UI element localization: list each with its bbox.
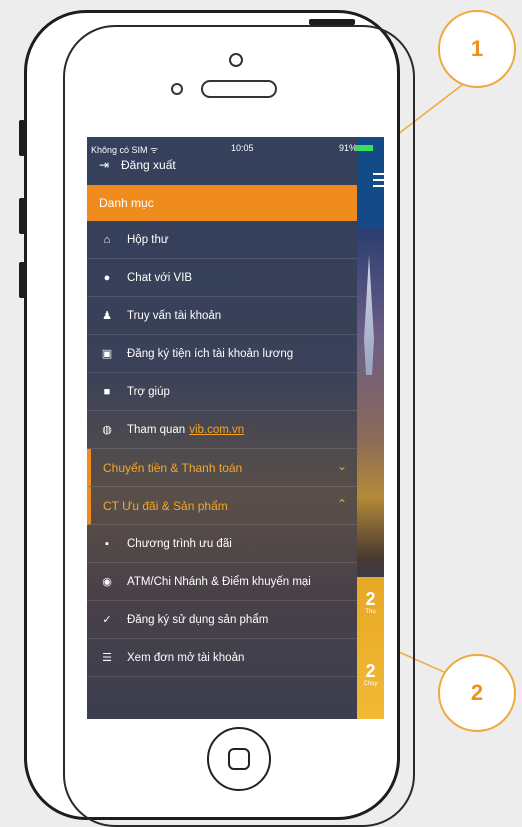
menu-item-chat[interactable]: ● Chat với VIB	[87, 259, 357, 297]
volume-up-button	[19, 198, 25, 234]
chevron-down-icon: ⌄	[336, 459, 347, 473]
menu-item-label: Đăng ký tiện ích tài khoản lương	[127, 347, 294, 360]
section-promotions-products[interactable]: CT Ưu đãi & Sản phẩm ⌃	[87, 487, 357, 525]
logout-label: Đăng xuất	[121, 158, 176, 172]
menu-item-promotions[interactable]: ▪ Chương trình ưu đãi	[87, 525, 357, 563]
logout-icon: ⇥	[98, 158, 110, 172]
section-transfer-label: Chuyển tiền & Thanh toán	[103, 460, 243, 475]
mute-switch	[19, 120, 25, 156]
side-menu: ⇥ Đăng xuất Danh mục ⌂ Hộp thư ● Chat vớ…	[87, 137, 357, 719]
phone-screen: 2 Thu 2 Chuy ⇥ Đăng xuất Danh mục ⌂ Hộp …	[87, 137, 384, 719]
menu-item-label: Đăng ký sử dụng sản phẩm	[127, 613, 269, 626]
side-tile-2-label: Chuy	[363, 681, 378, 687]
chevron-up-icon: ⌃	[336, 497, 347, 511]
front-camera	[229, 53, 243, 67]
location-icon: ◉	[102, 576, 112, 588]
section-danh-muc[interactable]: Danh mục	[87, 185, 357, 221]
menu-item-register-product[interactable]: ✓ Đăng ký sử dụng sản phẩm	[87, 601, 357, 639]
home-button[interactable]	[207, 727, 271, 791]
callout-2: 2	[438, 654, 516, 732]
vib-website-link[interactable]: vib.com.vn	[189, 424, 244, 436]
menu-item-label: Xem đơn mở tài khoản	[127, 651, 245, 664]
side-tile-2[interactable]: 2 Chuy	[357, 661, 384, 719]
menu-item-label: Hộp thư	[127, 233, 169, 246]
menu-item-label: Chat với VIB	[127, 271, 193, 284]
menu-item-atm-branch[interactable]: ◉ ATM/Chi Nhánh & Điểm khuyến mại	[87, 563, 357, 601]
home-square-icon	[228, 748, 250, 770]
menu-item-mailbox[interactable]: ⌂ Hộp thư	[87, 221, 357, 259]
user-icon: ♟	[102, 310, 112, 322]
gift-icon: ▪	[105, 537, 109, 550]
proximity-sensor	[171, 83, 183, 95]
chat-icon: ●	[103, 271, 111, 284]
callout-1: 1	[438, 10, 516, 88]
hamburger-menu-icon[interactable]	[373, 173, 384, 189]
callout-1-number: 1	[470, 36, 484, 61]
section-danh-muc-label: Danh mục	[99, 196, 154, 210]
menu-item-visit[interactable]: ◍ Tham quan vib.com.vn	[87, 411, 357, 449]
menu-item-label: Trợ giúp	[127, 385, 170, 398]
id-card-icon: ▣	[101, 348, 113, 360]
list-icon: ☰	[102, 652, 112, 664]
section-transfer-payment[interactable]: Chuyển tiền & Thanh toán ⌄	[87, 449, 357, 487]
menu-item-label: Chương trình ưu đãi	[127, 537, 232, 550]
side-tile-1-label: Thu	[365, 609, 376, 615]
clock-text: 10:05	[231, 143, 254, 153]
power-button	[309, 19, 355, 25]
menu-item-view-application[interactable]: ☰ Xem đơn mở tài khoản	[87, 639, 357, 677]
menu-item-label: ATM/Chi Nhánh & Điểm khuyến mại	[127, 575, 311, 588]
menu-item-help[interactable]: ■ Trợ giúp	[87, 373, 357, 411]
menu-item-label: Truy vấn tài khoản	[127, 309, 222, 322]
menu-item-salary-account[interactable]: ▣ Đăng ký tiện ích tài khoản lương	[87, 335, 357, 373]
phone-frame: 2 Thu 2 Chuy ⇥ Đăng xuất Danh mục ⌂ Hộp …	[24, 10, 415, 827]
carrier-text: Không có SIM ᯤ	[91, 145, 159, 155]
help-icon: ■	[103, 385, 111, 398]
section-promo-label: CT Ưu đãi & Sản phẩm	[103, 498, 228, 513]
battery-icon	[355, 145, 373, 151]
menu-item-label: Tham quan	[127, 423, 186, 436]
volume-down-button	[19, 262, 25, 298]
status-bar: Không có SIM ᯤ 10:05 91%	[87, 143, 384, 155]
earpiece-speaker	[201, 80, 277, 98]
callout-2-number: 2	[470, 680, 484, 705]
side-tile-1[interactable]: 2 Thu	[357, 589, 384, 653]
logout-button[interactable]: ⇥ Đăng xuất	[97, 155, 176, 175]
globe-icon: ◍	[102, 424, 112, 436]
menu-item-account-query[interactable]: ♟ Truy vấn tài khoản	[87, 297, 357, 335]
mailbox-icon: ⌂	[103, 233, 111, 246]
check-icon: ✓	[102, 614, 112, 626]
